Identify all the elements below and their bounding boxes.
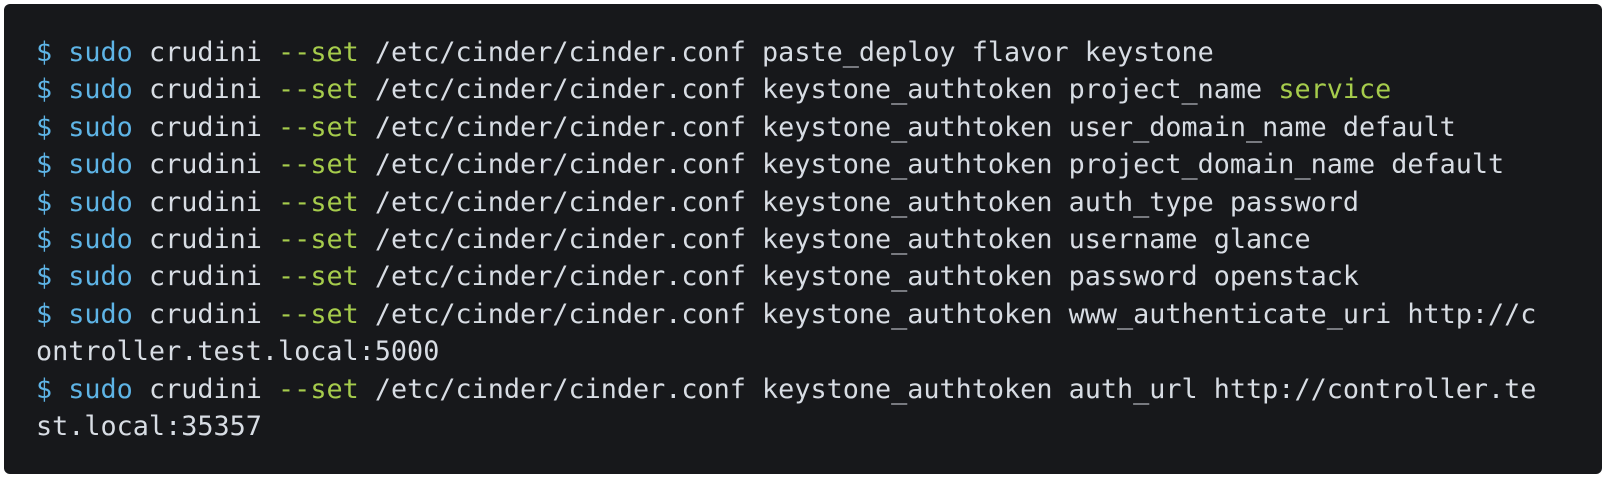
command-tool: crudini [148,261,262,293]
command-keyword: sudo [68,37,133,68]
command-flag: --set [278,261,359,293]
command-args: st.local:35357 [36,411,262,443]
command-flag: --set [278,37,359,68]
command-args: /etc/cinder/cinder.conf keystone_authtok… [374,149,1505,181]
command-line: $ sudo crudini --set /etc/cinder/cinder.… [36,34,1602,71]
command-keyword: sudo [68,111,133,143]
command-args: /etc/cinder/cinder.conf keystone_authtok… [374,186,1359,218]
command-line: $ sudo crudini --set /etc/cinder/cinder.… [36,146,1602,183]
prompt-symbol: $ [36,373,53,405]
command-args: /etc/cinder/cinder.conf keystone_authtok… [374,111,1456,143]
command-line: $ sudo crudini --set /etc/cinder/cinder.… [36,71,1602,108]
prompt-symbol: $ [36,224,53,256]
command-value-highlight: service [1278,74,1392,106]
command-args: /etc/cinder/cinder.conf paste_deploy fla… [374,37,1214,68]
command-line: $ sudo crudini --set /etc/cinder/cinder.… [36,371,1602,408]
prompt-symbol: $ [36,37,53,68]
command-flag: --set [278,298,359,330]
command-tool: crudini [148,373,262,405]
prompt-symbol: $ [36,186,53,218]
command-line: $ sudo crudini --set /etc/cinder/cinder.… [36,221,1602,258]
command-flag: --set [278,186,359,218]
command-flag: --set [278,224,359,256]
command-flag: --set [278,373,359,405]
command-args: ontroller.test.local:5000 [36,336,440,368]
command-flag: --set [278,111,359,143]
prompt-symbol: $ [36,298,53,330]
command-args: /etc/cinder/cinder.conf keystone_authtok… [374,373,1537,405]
command-args: /etc/cinder/cinder.conf keystone_authtok… [374,298,1537,330]
prompt-symbol: $ [36,74,53,106]
command-line: $ sudo crudini --set /etc/cinder/cinder.… [36,109,1602,146]
command-args: /etc/cinder/cinder.conf keystone_authtok… [374,261,1359,293]
terminal-window: $ sudo crudini --set /etc/cinder/cinder.… [4,4,1602,474]
command-tool: crudini [148,186,262,218]
command-keyword: sudo [68,261,133,293]
command-keyword: sudo [68,298,133,330]
command-flag: --set [278,149,359,181]
command-tool: crudini [148,111,262,143]
command-keyword: sudo [68,74,133,106]
command-keyword: sudo [68,186,133,218]
command-args: /etc/cinder/cinder.conf keystone_authtok… [374,224,1311,256]
command-tool: crudini [148,74,262,106]
command-line: $ sudo crudini --set /etc/cinder/cinder.… [36,258,1602,295]
prompt-symbol: $ [36,149,53,181]
command-keyword: sudo [68,224,133,256]
prompt-symbol: $ [36,111,53,143]
command-line-continuation: st.local:35357 [36,408,1602,445]
command-tool: crudini [148,298,262,330]
prompt-symbol: $ [36,261,53,293]
command-line: $ sudo crudini --set /etc/cinder/cinder.… [36,296,1602,333]
command-args: /etc/cinder/cinder.conf keystone_authtok… [374,74,1263,106]
command-tool: crudini [148,37,262,68]
command-keyword: sudo [68,149,133,181]
command-keyword: sudo [68,373,133,405]
command-tool: crudini [148,224,262,256]
command-tool: crudini [148,149,262,181]
command-line: $ sudo crudini --set /etc/cinder/cinder.… [36,184,1602,221]
command-flag: --set [278,74,359,106]
command-line-continuation: ontroller.test.local:5000 [36,333,1602,370]
